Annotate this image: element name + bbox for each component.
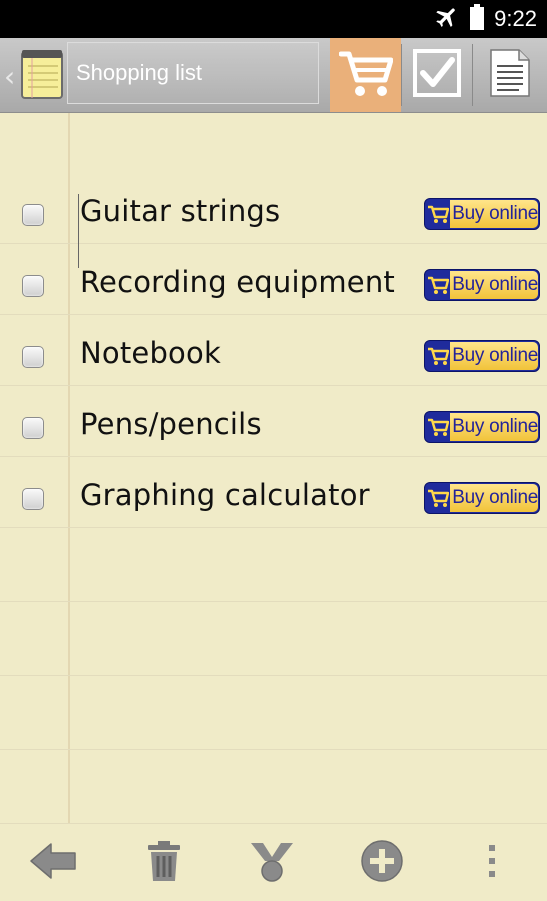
cart-icon — [425, 199, 450, 229]
list-title: Shopping list — [76, 60, 202, 85]
item-checkbox[interactable] — [22, 204, 44, 226]
buy-online-label: Buy online — [450, 271, 538, 299]
add-circle-icon — [360, 839, 404, 887]
paper-rule — [0, 749, 547, 750]
notepad-icon[interactable] — [20, 46, 66, 102]
text-cursor — [78, 194, 79, 268]
list-title-field[interactable]: Shopping list — [67, 42, 319, 104]
overflow-menu-button[interactable] — [452, 824, 532, 901]
checklist-mode-button[interactable] — [401, 38, 472, 112]
buy-online-button[interactable]: Buy online — [424, 411, 540, 443]
action-bar: ‹ Shopping list — [0, 38, 547, 113]
back-chevron-icon[interactable]: ‹ — [4, 60, 15, 93]
item-checkbox[interactable] — [22, 488, 44, 510]
item-checkbox[interactable] — [22, 275, 44, 297]
overflow-menu-icon — [487, 844, 497, 882]
back-button[interactable] — [14, 824, 94, 901]
buy-online-label: Buy online — [450, 200, 538, 228]
share-button[interactable] — [232, 824, 312, 901]
list-item: Recording equipment Buy online — [0, 251, 547, 322]
add-item-button[interactable] — [342, 824, 422, 901]
list-item: Notebook Buy online — [0, 322, 547, 393]
item-label[interactable]: Recording equipment — [80, 265, 395, 299]
back-arrow-icon — [29, 841, 79, 885]
buy-online-label: Buy online — [450, 413, 538, 441]
list-paper: Guitar strings Buy online Recording equi… — [0, 113, 547, 823]
item-label[interactable]: Graphing calculator — [80, 478, 370, 512]
status-bar: 9:22 — [0, 0, 547, 38]
item-label[interactable]: Guitar strings — [80, 194, 280, 228]
paper-rule — [0, 601, 547, 602]
status-icons: 9:22 — [434, 0, 537, 38]
checkbox-checked-icon — [412, 48, 462, 102]
buy-online-label: Buy online — [450, 484, 538, 512]
list-item: Guitar strings Buy online — [0, 180, 547, 251]
buy-online-button[interactable]: Buy online — [424, 482, 540, 514]
item-label[interactable]: Pens/pencils — [80, 407, 262, 441]
share-icon — [249, 839, 295, 887]
delete-button[interactable] — [124, 824, 204, 901]
bottom-toolbar — [0, 823, 547, 901]
item-checkbox[interactable] — [22, 346, 44, 368]
trash-icon — [146, 840, 182, 886]
cart-icon — [425, 341, 450, 371]
status-time: 9:22 — [494, 6, 537, 31]
text-mode-button[interactable] — [472, 38, 547, 112]
buy-online-button[interactable]: Buy online — [424, 340, 540, 372]
item-label[interactable]: Notebook — [80, 336, 221, 370]
buy-online-button[interactable]: Buy online — [424, 269, 540, 301]
cart-icon — [425, 483, 450, 513]
list-item: Pens/pencils Buy online — [0, 393, 547, 464]
buy-online-label: Buy online — [450, 342, 538, 370]
cart-icon — [425, 412, 450, 442]
shopping-mode-button[interactable] — [330, 38, 401, 112]
item-checkbox[interactable] — [22, 417, 44, 439]
buy-online-button[interactable]: Buy online — [424, 198, 540, 230]
list-item: Graphing calculator Buy online — [0, 464, 547, 535]
shopping-cart-icon — [338, 48, 393, 102]
cart-icon — [425, 270, 450, 300]
document-icon — [489, 48, 531, 102]
airplane-icon — [434, 4, 460, 34]
paper-rule — [0, 675, 547, 676]
battery-icon — [470, 4, 485, 34]
